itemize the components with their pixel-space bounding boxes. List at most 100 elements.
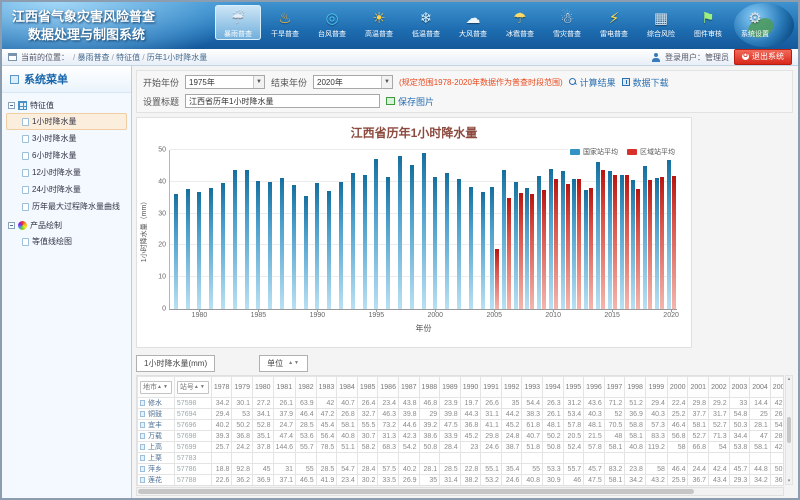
table-row[interactable]: 安福5779223.828.528.562.521.445.852.847.85…	[138, 486, 785, 487]
station-icon	[140, 422, 145, 428]
sidebar-item[interactable]: 等值线绘图	[6, 233, 127, 250]
x-tick-mark	[494, 309, 495, 312]
year-column-header[interactable]: 1993	[522, 377, 543, 398]
year-column-header[interactable]: 1985	[357, 377, 378, 398]
table-row[interactable]: 铜鼓5769429.45334.137.946.447.226.832.746.…	[138, 409, 785, 420]
year-column-header[interactable]: 1987	[398, 377, 419, 398]
toolbar-item-review[interactable]: ⚑图件审核	[685, 5, 731, 40]
value-cell: 58	[645, 464, 667, 475]
sidebar-group-1[interactable]: 产品绘制	[6, 218, 127, 233]
x-tick-mark	[199, 309, 200, 312]
scroll-up-icon[interactable]: ▴	[788, 376, 791, 382]
scrollbar-thumb[interactable]	[138, 489, 694, 494]
sidebar-item[interactable]: 12小时降水量	[6, 164, 127, 181]
table-row[interactable]: 上高5769925.724.237.8144.655.778.551.158.2…	[138, 442, 785, 453]
save-image-button[interactable]: 保存图片	[386, 95, 434, 108]
sidebar-item[interactable]: 1小时降水量	[6, 113, 127, 130]
end-year-select[interactable]: 2020年 ▼	[313, 75, 393, 89]
year-column-header[interactable]: 2001	[688, 377, 709, 398]
year-column-header[interactable]: 1994	[543, 377, 564, 398]
toolbar-item-wind[interactable]: ☁大风普查	[450, 5, 496, 40]
value-cell: 31.4	[440, 475, 461, 486]
toolbar-item-settings[interactable]: ⚙系统设置	[732, 5, 778, 40]
toolbar-item-rainstorm[interactable]: ☔暴雨普查	[215, 5, 261, 40]
table-row[interactable]: 修水5759834.230.127.226.163.94240.726.423.…	[138, 398, 785, 409]
table-row[interactable]: 宜丰5769640.250.252.824.728.545.458.155.57…	[138, 420, 785, 431]
chevron-down-icon: ▼	[381, 76, 392, 88]
bar-national	[351, 173, 355, 309]
year-column-header[interactable]: 2003	[729, 377, 750, 398]
breadcrumb-link[interactable]: 特征值	[116, 53, 140, 62]
sidebar-item[interactable]: 6小时降水量	[6, 147, 127, 164]
x-tick-label: 1980	[192, 312, 208, 319]
year-column-header[interactable]: 1978	[211, 377, 232, 398]
year-column-header[interactable]: 1998	[625, 377, 646, 398]
year-column-header[interactable]: 1988	[419, 377, 440, 398]
year-column-header[interactable]: 2000	[667, 377, 688, 398]
unit-select[interactable]: 单位 ▲▼	[259, 355, 308, 372]
value-cell: 39.3	[211, 431, 232, 442]
scrollbar-thumb[interactable]	[787, 417, 791, 443]
calc-result-button[interactable]: 计算结果	[569, 76, 616, 89]
year-column-header[interactable]: 2004	[750, 377, 771, 398]
station-name-cell: 万载	[138, 431, 175, 442]
year-column-header[interactable]: 1990	[460, 377, 481, 398]
toolbar-item-cold[interactable]: ❄低温普查	[403, 5, 449, 40]
year-column-header[interactable]: 1981	[273, 377, 296, 398]
year-column-header[interactable]: 1982	[296, 377, 317, 398]
vertical-scrollbar[interactable]: ▴ ▾	[785, 375, 793, 485]
year-column-header[interactable]: 1984	[337, 377, 358, 398]
toolbar-item-drought[interactable]: ♨干旱普查	[262, 5, 308, 40]
year-column-header[interactable]: 2005	[770, 377, 784, 398]
value-cell: 52.7	[688, 431, 709, 442]
region-column-header-sort[interactable]: 地市▲▼	[140, 381, 172, 394]
year-column-header[interactable]: 2002	[709, 377, 730, 398]
toolbar-item-heat[interactable]: ☀高温普查	[356, 5, 402, 40]
year-column-header[interactable]: 1979	[232, 377, 253, 398]
year-column-header[interactable]: 1980	[252, 377, 273, 398]
sidebar-group-0[interactable]: 特征值	[6, 98, 127, 113]
breadcrumb-link[interactable]: 暴雨普查	[77, 53, 109, 62]
breadcrumb-link[interactable]: 历年1小时降水量	[147, 53, 207, 62]
sort-arrows-icon: ▲▼	[288, 360, 300, 366]
year-column-header[interactable]: 1999	[645, 377, 667, 398]
toolbar-item-hail[interactable]: ☂冰雹普查	[497, 5, 543, 40]
station-column-header-sort[interactable]: 站号▲▼	[177, 381, 209, 394]
value-cell: 34.4	[729, 431, 750, 442]
table-row[interactable]: 上栗57783	[138, 453, 785, 464]
year-column-header[interactable]: 1995	[563, 377, 584, 398]
year-column-header[interactable]: 1997	[604, 377, 625, 398]
toolbar-item-snow[interactable]: ☃雪灾普查	[544, 5, 590, 40]
year-column-header[interactable]: 1986	[378, 377, 399, 398]
value-cell: 47	[750, 431, 771, 442]
toolbar-item-typhoon[interactable]: ◎台风普查	[309, 5, 355, 40]
logout-label: 退出系统	[752, 51, 784, 62]
year-group	[229, 150, 241, 309]
drought-icon: ♨	[272, 7, 298, 29]
table-row[interactable]: 萍乡5778618.892.845315528.554.728.457.540.…	[138, 464, 785, 475]
horizontal-scrollbar[interactable]	[136, 487, 784, 496]
toolbar-item-risk[interactable]: ▦综合风险	[638, 5, 684, 40]
year-column-header[interactable]: 1989	[440, 377, 461, 398]
sidebar-item[interactable]: 3小时降水量	[6, 130, 127, 147]
toolbar-item-lightning[interactable]: ⚡雷电普查	[591, 5, 637, 40]
year-group	[524, 150, 536, 309]
year-column-header[interactable]: 1983	[316, 377, 337, 398]
table-row[interactable]: 莲花5778822.636.236.937.146.541.923.430.23…	[138, 475, 785, 486]
bar-regional	[601, 170, 605, 309]
sidebar-item[interactable]: 历年最大过程降水量曲线	[6, 198, 127, 215]
table-row[interactable]: 万载5769839.336.835.147.453.656.440.830.73…	[138, 431, 785, 442]
measure-select[interactable]: 1小时降水量(mm)	[136, 355, 215, 372]
value-cell: 28.4	[357, 464, 378, 475]
logout-button[interactable]: O 退出系统	[734, 49, 792, 65]
sidebar-item[interactable]: 24小时降水量	[6, 181, 127, 198]
year-column-header[interactable]: 1991	[481, 377, 502, 398]
value-cell: 44.8	[750, 464, 771, 475]
chart-title-input[interactable]	[185, 94, 380, 108]
bar-national	[469, 187, 473, 309]
year-column-header[interactable]: 1992	[501, 377, 522, 398]
year-column-header[interactable]: 1996	[584, 377, 605, 398]
data-download-button[interactable]: 数据下载	[622, 76, 669, 89]
start-year-select[interactable]: 1975年 ▼	[185, 75, 265, 89]
scroll-down-icon[interactable]: ▾	[788, 478, 791, 484]
